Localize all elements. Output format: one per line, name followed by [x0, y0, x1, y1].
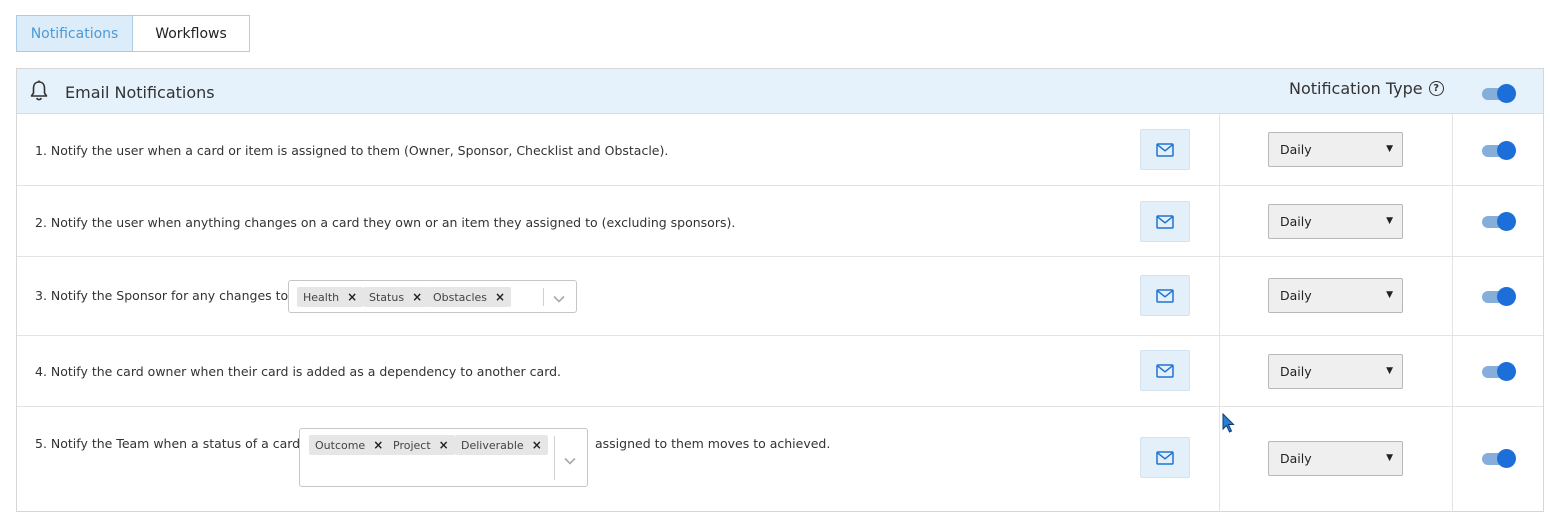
chip-project: Project ×: [387, 435, 455, 455]
email-button[interactable]: [1140, 129, 1190, 170]
frequency-value: Daily: [1280, 364, 1312, 379]
frequency-select[interactable]: Daily ▼: [1268, 204, 1403, 239]
mail-icon: [1156, 214, 1174, 229]
row-3-toggle[interactable]: [1482, 286, 1516, 306]
email-button[interactable]: [1140, 350, 1190, 391]
mail-icon: [1156, 142, 1174, 157]
mail-icon: [1156, 363, 1174, 378]
notification-type-label: Notification Type ?: [1289, 79, 1444, 98]
chip-health: Health ×: [297, 287, 364, 307]
toggle-knob: [1497, 449, 1516, 468]
row-1-toggle[interactable]: [1482, 140, 1516, 160]
row-4-toggle[interactable]: [1482, 361, 1516, 381]
close-icon[interactable]: ×: [495, 290, 505, 304]
panel-header: Email Notifications Notification Type ?: [17, 69, 1543, 114]
email-button[interactable]: [1140, 201, 1190, 242]
close-icon[interactable]: ×: [439, 438, 449, 452]
frequency-value: Daily: [1280, 214, 1312, 229]
toggle-knob: [1497, 141, 1516, 160]
chevron-down-icon: ▼: [1386, 216, 1393, 226]
chip-outcome: Outcome ×: [309, 435, 390, 455]
row-4-text: 4. Notify the card owner when their card…: [35, 364, 562, 379]
frequency-value: Daily: [1280, 142, 1312, 157]
chevron-down-icon: ▼: [1386, 290, 1393, 300]
master-toggle[interactable]: [1482, 83, 1516, 103]
chip-status: Status ×: [363, 287, 429, 307]
email-notifications-panel: Email Notifications Notification Type ? …: [16, 68, 1544, 512]
row-5-text-after: assigned to them moves to achieved.: [595, 436, 831, 451]
close-icon[interactable]: ×: [532, 438, 542, 452]
frequency-select[interactable]: Daily ▼: [1268, 354, 1403, 389]
chip-label: Obstacles: [433, 290, 488, 304]
notification-row-4: 4. Notify the card owner when their card…: [17, 336, 1543, 407]
tab-notifications[interactable]: Notifications: [16, 15, 133, 52]
chip-label: Deliverable: [461, 438, 524, 452]
toggle-knob: [1497, 212, 1516, 231]
help-icon[interactable]: ?: [1428, 81, 1444, 96]
email-button[interactable]: [1140, 275, 1190, 316]
chip-deliverable: Deliverable ×: [455, 435, 548, 455]
notification-type-text: Notification Type: [1289, 79, 1423, 98]
chip-label: Outcome: [315, 438, 366, 452]
chevron-down-icon[interactable]: [552, 290, 566, 309]
toggle-knob: [1497, 84, 1516, 103]
tab-workflows[interactable]: Workflows: [133, 15, 250, 52]
notification-row-3: 3. Notify the Sponsor for any changes to…: [17, 257, 1543, 336]
chip-label: Project: [393, 438, 431, 452]
frequency-select[interactable]: Daily ▼: [1268, 278, 1403, 313]
row-1-text: 1. Notify the user when a card or item i…: [35, 143, 669, 158]
chevron-down-icon: ▼: [1386, 366, 1393, 376]
row-5-toggle[interactable]: [1482, 448, 1516, 468]
chip-label: Status: [369, 290, 405, 304]
row-2-toggle[interactable]: [1482, 211, 1516, 231]
divider: [554, 436, 555, 480]
toggle-knob: [1497, 287, 1516, 306]
email-button[interactable]: [1140, 437, 1190, 478]
notification-row-1: 1. Notify the user when a card or item i…: [17, 114, 1543, 186]
bell-icon: [29, 80, 49, 106]
chip-label: Health: [303, 290, 340, 304]
sponsor-fields-multiselect[interactable]: Health × Status × Obstacles ×: [288, 280, 577, 313]
mouse-cursor-icon: [1222, 412, 1236, 437]
frequency-value: Daily: [1280, 288, 1312, 303]
chevron-down-icon[interactable]: [563, 452, 577, 471]
frequency-select[interactable]: Daily ▼: [1268, 441, 1403, 476]
row-5-text: 5. Notify the Team when a status of a ca…: [35, 436, 301, 451]
close-icon[interactable]: ×: [412, 290, 422, 304]
close-icon[interactable]: ×: [373, 438, 383, 452]
notification-row-5: 5. Notify the Team when a status of a ca…: [17, 407, 1543, 511]
team-status-multiselect[interactable]: Outcome × Project × Deliverable ×: [299, 428, 588, 487]
row-3-text: 3. Notify the Sponsor for any changes to: [35, 288, 289, 303]
row-2-text: 2. Notify the user when anything changes…: [35, 215, 736, 230]
notification-row-2: 2. Notify the user when anything changes…: [17, 186, 1543, 257]
panel-title: Email Notifications: [65, 83, 215, 102]
mail-icon: [1156, 288, 1174, 303]
chevron-down-icon: ▼: [1386, 144, 1393, 154]
toggle-knob: [1497, 362, 1516, 381]
chip-obstacles: Obstacles ×: [427, 287, 512, 307]
frequency-value: Daily: [1280, 451, 1312, 466]
tab-bar: Notifications Workflows: [16, 15, 250, 52]
divider: [543, 288, 544, 306]
close-icon[interactable]: ×: [347, 290, 357, 304]
mail-icon: [1156, 450, 1174, 465]
chevron-down-icon: ▼: [1386, 453, 1393, 463]
frequency-select[interactable]: Daily ▼: [1268, 132, 1403, 167]
